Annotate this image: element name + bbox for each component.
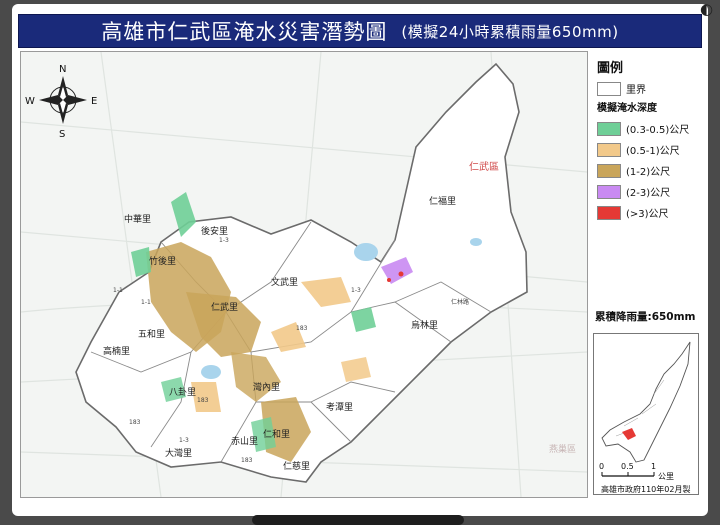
locator-inset: 0 0.5 1 公里 (593, 333, 699, 495)
legend-title: 圖例 (597, 61, 624, 76)
district-label: 仁武區 (469, 160, 499, 173)
legend-swatch (597, 205, 621, 220)
bottom-toolbar (252, 515, 464, 525)
road-label: 1-3 (219, 237, 229, 244)
village-label: 仁福里 (429, 195, 456, 207)
scale-tick: 0.5 (621, 462, 634, 471)
map-frame: N S E W 仁武區 燕巢區 中華里 後安里 竹後里 仁武里 文武里 五和里 … (20, 51, 588, 498)
boundary-swatch (597, 81, 621, 96)
legend-depth-heading: 模擬淹水深度 (597, 103, 657, 114)
map-subtitle: (模擬24小時累積雨量650mm) (401, 22, 619, 41)
village-label: 文武里 (271, 276, 298, 288)
village-label: 仁慈里 (283, 460, 310, 472)
credit-label: 高雄市政府110年02月製 (601, 485, 691, 494)
village-label: 後安里 (201, 225, 228, 237)
legend-swatch (597, 184, 621, 199)
legend-class-label: (1-2)公尺 (626, 167, 671, 178)
compass-east: E (91, 96, 97, 107)
village-label: 赤山里 (231, 436, 258, 447)
compass-south: S (59, 129, 65, 140)
legend-class-label: (>3)公尺 (626, 209, 669, 220)
scale-tick: 1 (651, 462, 656, 471)
village-label: 高楠里 (103, 345, 130, 357)
legend-class: (2-3)公尺 (597, 184, 670, 199)
legend-swatch (597, 121, 621, 136)
compass-icon (39, 76, 87, 124)
legend-class: (0.5-1)公尺 (597, 142, 680, 157)
kaohsiung-outline (601, 341, 691, 463)
legend-panel: 圖例 里界 模擬淹水深度 (0.3-0.5)公尺 (0.5-1)公尺 (1-2)… (591, 51, 703, 496)
flood-map: N S E W 仁武區 燕巢區 中華里 後安里 竹後里 仁武里 文武里 五和里 … (21, 52, 587, 497)
legend-swatch (597, 163, 621, 178)
road-label: 183 (241, 457, 253, 464)
legend-class: (1-2)公尺 (597, 163, 670, 178)
corner-icon[interactable]: ◐ (700, 0, 720, 20)
area-label: 燕巢區 (549, 443, 576, 455)
map-sheet: 高雄市仁武區淹水災害潛勢圖 (模擬24小時累積雨量650mm) N S E W … (12, 4, 708, 516)
village-label: 中華里 (124, 213, 151, 225)
road-label: 183 (296, 325, 308, 332)
legend-class: (0.3-0.5)公尺 (597, 121, 689, 136)
map-title: 高雄市仁武區淹水災害潛勢圖 (101, 20, 388, 44)
rainfall-label: 累積降雨量:650mm (595, 311, 696, 323)
village-label: 灣內里 (253, 381, 280, 393)
village-label: 仁和里 (263, 428, 290, 440)
compass-west: W (25, 96, 35, 107)
legend-class: (>3)公尺 (597, 205, 669, 220)
road-label: 1-3 (179, 437, 189, 444)
village-label: 考潭里 (326, 402, 353, 413)
legend-swatch (597, 142, 621, 157)
legend-boundary: 里界 (597, 81, 646, 96)
legend-class-label: (2-3)公尺 (626, 188, 671, 199)
village-label: 五和里 (138, 329, 165, 340)
village-label: 烏林里 (411, 319, 438, 331)
legend-boundary-label: 里界 (626, 85, 646, 96)
scale-unit: 公里 (658, 472, 674, 481)
legend-class-label: (0.3-0.5)公尺 (626, 125, 690, 136)
road-label: 1-1 (141, 299, 151, 306)
road-label: 1-1 (113, 287, 123, 294)
village-label: 大灣里 (165, 447, 192, 459)
locator-map: 0 0.5 1 公里 (599, 341, 691, 481)
road-label: 1-3 (351, 287, 361, 294)
legend-class-label: (0.5-1)公尺 (626, 146, 680, 157)
road-label: 仁林路 (451, 298, 469, 306)
village-label: 竹後里 (149, 255, 176, 267)
compass-north: N (59, 64, 66, 75)
road-label: 183 (197, 397, 209, 404)
road-label: 183 (129, 419, 141, 426)
scale-tick: 0 (599, 462, 604, 471)
village-label: 仁武里 (211, 301, 238, 313)
village-label: 八卦里 (169, 386, 196, 398)
title-bar: 高雄市仁武區淹水災害潛勢圖 (模擬24小時累積雨量650mm) (18, 14, 702, 48)
